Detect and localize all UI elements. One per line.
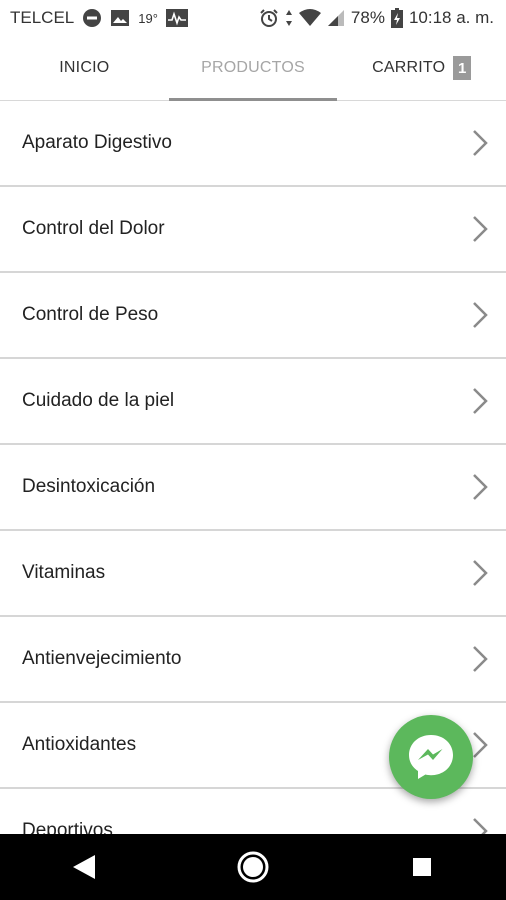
list-item-label: Vitaminas bbox=[22, 562, 106, 583]
home-icon bbox=[237, 851, 269, 883]
signal-icon bbox=[327, 9, 345, 27]
list-item-label: Control del Dolor bbox=[22, 218, 165, 239]
tab-bar: INICIO PRODUCTOS CARRITO 1 bbox=[0, 36, 506, 101]
list-item-vitaminas[interactable]: Vitaminas bbox=[0, 531, 506, 617]
chevron-right-icon bbox=[473, 732, 488, 758]
tab-carrito-label: CARRITO bbox=[372, 59, 446, 76]
recents-button[interactable] bbox=[392, 837, 452, 897]
list-item-label: Cuidado de la piel bbox=[22, 390, 175, 411]
messenger-icon bbox=[409, 735, 453, 779]
chevron-right-icon bbox=[473, 818, 488, 834]
tab-productos-label: PRODUCTOS bbox=[201, 59, 305, 76]
chevron-right-icon bbox=[473, 474, 488, 500]
recents-icon bbox=[412, 858, 431, 876]
list-item-control-de-peso[interactable]: Control de Peso bbox=[0, 273, 506, 359]
list-item-cuidado-de-la-piel[interactable]: Cuidado de la piel bbox=[0, 359, 506, 445]
activity-icon bbox=[165, 9, 188, 27]
chevron-right-icon bbox=[473, 646, 488, 672]
cart-count-badge: 1 bbox=[453, 56, 472, 80]
list-item-desintoxicacion[interactable]: Desintoxicación bbox=[0, 445, 506, 531]
tab-inicio[interactable]: INICIO bbox=[0, 36, 169, 100]
back-button[interactable] bbox=[54, 837, 114, 897]
tab-carrito[interactable]: CARRITO 1 bbox=[337, 36, 506, 100]
dnd-icon bbox=[82, 8, 102, 28]
list-item-label: Deportivos bbox=[22, 820, 113, 834]
list-item-label: Aparato Digestivo bbox=[22, 132, 172, 153]
list-item-control-del-dolor[interactable]: Control del Dolor bbox=[0, 187, 506, 273]
messenger-chat-button[interactable] bbox=[389, 715, 473, 799]
tab-inicio-label: INICIO bbox=[59, 59, 110, 76]
chevron-right-icon bbox=[473, 216, 488, 242]
data-arrows-icon bbox=[285, 9, 293, 27]
chevron-right-icon bbox=[473, 130, 488, 156]
status-bar: TELCEL 19° 78% 10:18 a. m. bbox=[0, 0, 506, 36]
battery-icon bbox=[390, 8, 403, 28]
chevron-right-icon bbox=[473, 388, 488, 414]
temperature: 19° bbox=[138, 10, 158, 26]
battery-percent: 78% bbox=[350, 8, 385, 27]
chevron-right-icon bbox=[473, 560, 488, 586]
list-item-label: Antioxidantes bbox=[22, 734, 137, 755]
system-nav-bar bbox=[0, 834, 506, 900]
list-item-aparato-digestivo[interactable]: Aparato Digestivo bbox=[0, 101, 506, 187]
clock: 10:18 a. m. bbox=[408, 8, 494, 27]
alarm-icon bbox=[259, 8, 279, 28]
list-item-antienvejecimiento[interactable]: Antienvejecimiento bbox=[0, 617, 506, 703]
image-icon bbox=[110, 9, 130, 27]
list-item-label: Desintoxicación bbox=[22, 476, 156, 497]
list-item-label: Antienvejecimiento bbox=[22, 648, 182, 669]
carrier-label: TELCEL bbox=[10, 8, 75, 27]
tab-productos[interactable]: PRODUCTOS bbox=[168, 36, 338, 101]
home-button[interactable] bbox=[223, 837, 283, 897]
wifi-icon bbox=[298, 9, 321, 27]
chevron-right-icon bbox=[473, 302, 488, 328]
list-item-label: Control de Peso bbox=[22, 304, 159, 325]
back-icon bbox=[73, 855, 96, 879]
